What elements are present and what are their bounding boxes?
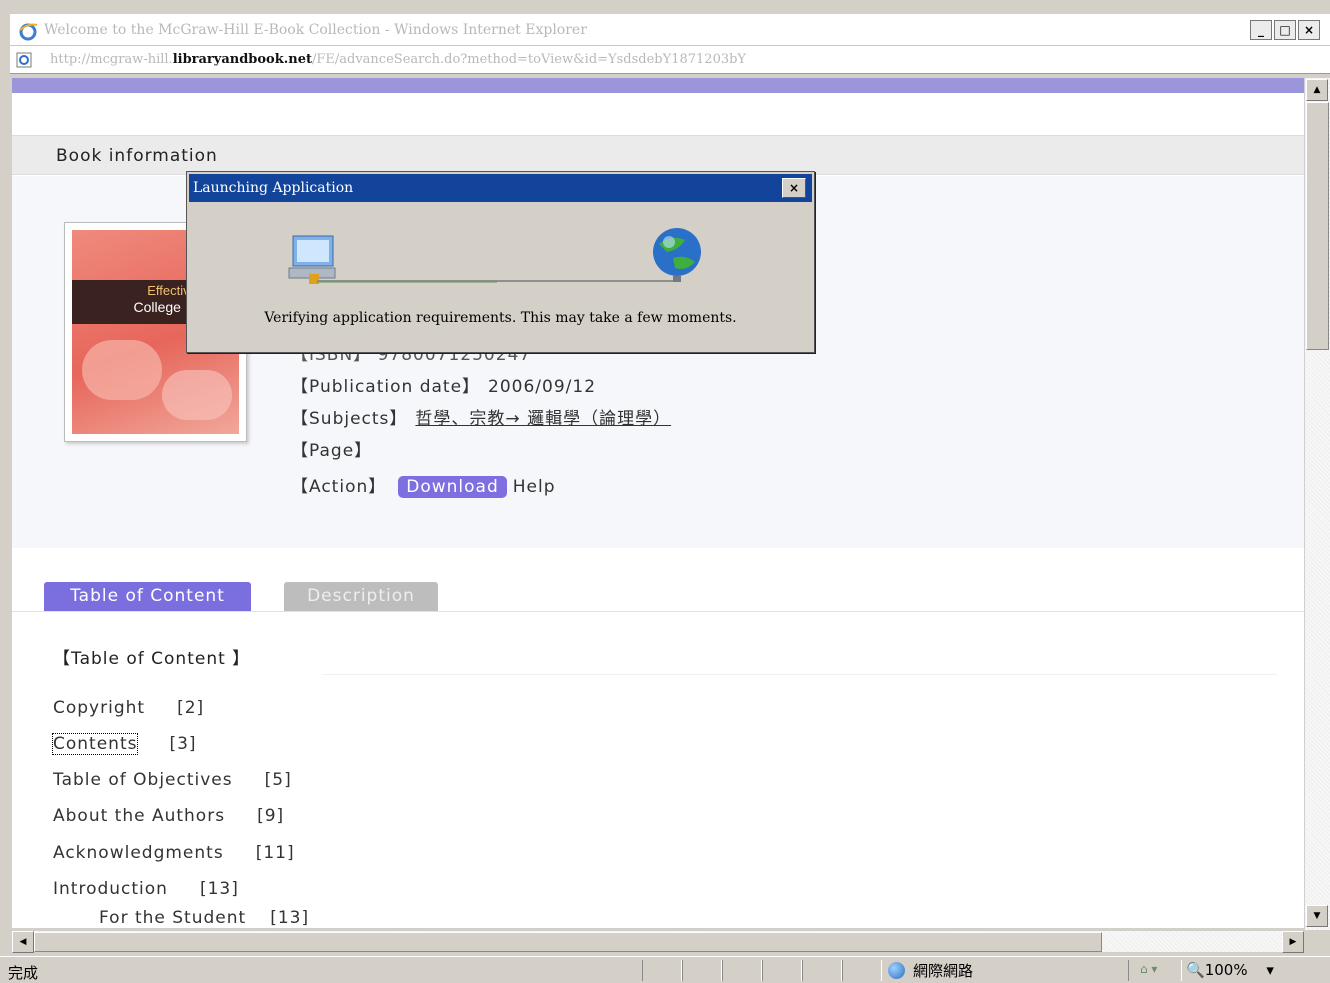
tabs-divider: [12, 611, 1304, 612]
close-button[interactable]: ×: [1298, 20, 1320, 40]
download-button[interactable]: Download: [398, 476, 507, 498]
horizontal-scroll-thumb[interactable]: [34, 932, 1102, 952]
toc-item-table-of-objectives[interactable]: Table of Objectives [5]: [53, 770, 292, 790]
subjects-field: 【Subjects】 哲學、宗教→ 邏輯學（論理學）: [291, 404, 671, 429]
status-text: 完成: [8, 964, 39, 982]
header-strip: [12, 78, 1304, 93]
page-label: 【Page】: [291, 441, 373, 461]
zoom-dropdown-icon[interactable]: ▾: [1266, 961, 1274, 979]
publication-date-field: 【Publication date】 2006/09/12: [291, 372, 596, 397]
protected-mode-icon[interactable]: ⌂ ▾: [1140, 962, 1157, 976]
connection-animation: [288, 228, 701, 284]
subjects-link[interactable]: 哲學、宗教→ 邏輯學（論理學）: [415, 409, 671, 429]
window-title: Welcome to the McGraw-Hill E-Book Collec…: [44, 22, 587, 38]
address-bar[interactable]: http://mcgraw-hill.libraryandbook.net/FE…: [10, 46, 1330, 74]
subjects-label: 【Subjects】: [291, 409, 408, 429]
zoom-level[interactable]: 🔍100% ▾: [1186, 961, 1274, 979]
toc-item-contents[interactable]: Contents [3]: [51, 733, 197, 755]
url-text[interactable]: http://mcgraw-hill.libraryandbook.net/FE…: [50, 52, 746, 67]
globe-icon: [888, 962, 905, 979]
browser-window: Welcome to the McGraw-Hill E-Book Collec…: [0, 0, 1330, 983]
action-field: 【Action】 Download Help: [291, 472, 556, 498]
dialog-title: Launching Application: [193, 180, 354, 196]
dialog-close-button[interactable]: ×: [782, 178, 806, 198]
book-info-title: Book information: [56, 146, 218, 166]
zoom-icon: 🔍: [1186, 961, 1205, 979]
maximize-button[interactable]: □: [1274, 20, 1296, 40]
security-zone: 網際網路: [888, 960, 973, 981]
vertical-scrollbar[interactable]: ▲ ▼: [1304, 78, 1330, 930]
title-bar: Welcome to the McGraw-Hill E-Book Collec…: [10, 14, 1330, 46]
tab-description[interactable]: Description: [284, 582, 438, 611]
help-link[interactable]: Help: [513, 477, 556, 497]
publication-date-value: 2006/09/12: [488, 377, 597, 397]
tab-table-of-content[interactable]: Table of Content: [44, 582, 251, 611]
dialog-title-bar: Launching Application: [189, 174, 812, 202]
publication-date-label: 【Publication date】: [291, 377, 481, 397]
status-bar: 完成 網際網路 ⌂ ▾ 🔍100% ▾: [0, 956, 1330, 983]
scroll-left-icon[interactable]: ◀: [12, 931, 34, 953]
security-zone-label: 網際網路: [913, 962, 974, 980]
ie-icon: [19, 23, 38, 41]
book-info-header: Book information: [12, 135, 1304, 175]
toc-item-for-the-student[interactable]: For the Student [13]: [99, 908, 309, 928]
scroll-down-icon[interactable]: ▼: [1306, 905, 1328, 927]
scroll-right-icon[interactable]: ▶: [1282, 931, 1304, 953]
minimize-button[interactable]: _: [1250, 20, 1272, 40]
scroll-up-icon[interactable]: ▲: [1306, 79, 1328, 101]
toc-item-acknowledgments[interactable]: Acknowledgments [11]: [53, 843, 295, 863]
action-label: 【Action】: [291, 477, 387, 497]
toc-item-about-the-authors[interactable]: About the Authors [9]: [53, 806, 284, 826]
globe-icon: [653, 228, 701, 282]
horizontal-scrollbar[interactable]: ◀ ▶: [12, 930, 1304, 953]
zoom-value: 100%: [1204, 961, 1248, 979]
toc-item-copyright[interactable]: Copyright [2]: [53, 698, 204, 718]
vertical-scroll-thumb[interactable]: [1306, 102, 1329, 350]
computer-icon: [288, 235, 336, 284]
page-icon: [16, 52, 32, 68]
toc-divider: [322, 674, 1277, 675]
toc-title: 【Table of Content 】: [53, 649, 251, 669]
toc-item-introduction[interactable]: Introduction [13]: [53, 879, 239, 899]
page-field: 【Page】: [291, 436, 372, 461]
dialog-message: Verifying application requirements. This…: [264, 310, 737, 326]
launching-application-dialog: Launching Application × Verifying applic…: [186, 171, 815, 353]
